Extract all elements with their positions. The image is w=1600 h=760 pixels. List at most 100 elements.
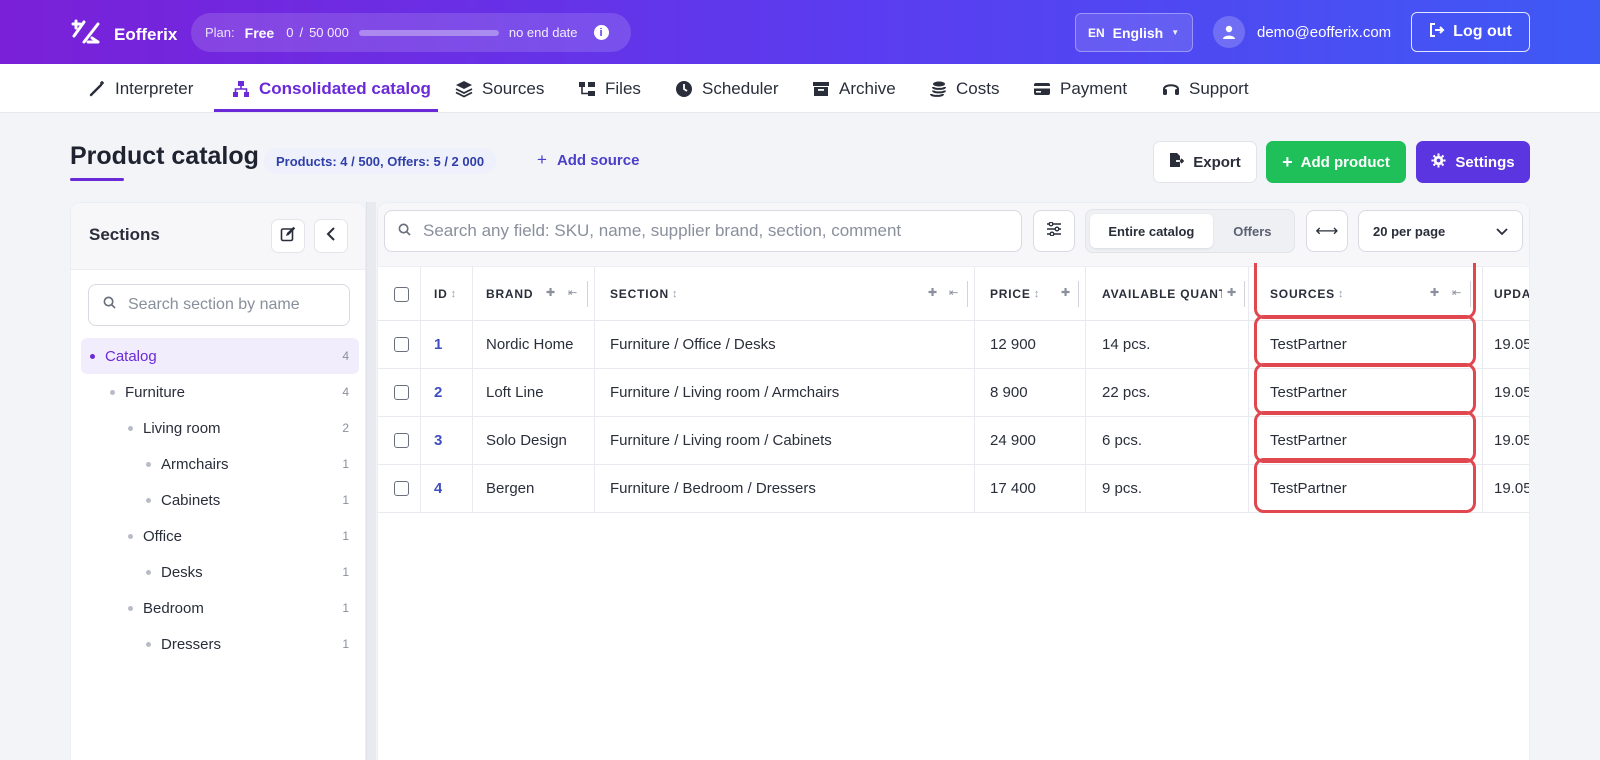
sort-icon: ↕ [1337, 288, 1345, 300]
edit-sections-button[interactable] [271, 219, 305, 253]
nav-consolidated-catalog[interactable]: Consolidated catalog [232, 64, 431, 113]
logout-button[interactable]: Log out [1411, 12, 1530, 52]
row-checkbox[interactable] [394, 417, 409, 464]
table-row[interactable]: 1 Nordic Home Furniture / Office / Desks… [378, 321, 1529, 369]
tree-item-desks[interactable]: Desks 1 [81, 554, 359, 590]
tree-item-dressers[interactable]: Dressers 1 [81, 626, 359, 662]
column-header-section[interactable]: SECTION ↕ [610, 267, 678, 321]
app-logo[interactable]: Eofferix [70, 18, 177, 51]
column-separator[interactable] [967, 281, 968, 307]
cell-brand: Solo Design [486, 432, 567, 449]
column-separator[interactable] [1078, 281, 1079, 307]
tree-item-office[interactable]: Office 1 [81, 518, 359, 554]
tree-item-furniture[interactable]: Furniture 4 [81, 374, 359, 410]
tree-label: Desks [161, 563, 203, 581]
chevron-down-icon [1496, 224, 1508, 239]
cell-id[interactable]: 2 [434, 369, 442, 416]
section-search-input[interactable]: Search section by name [88, 284, 350, 326]
add-source-link[interactable]: + Add source [537, 150, 639, 170]
column-header-brand[interactable]: BRAND [486, 267, 533, 321]
tree-count: 1 [342, 637, 349, 651]
export-button[interactable]: Export [1153, 141, 1257, 183]
nav-costs[interactable]: Costs [929, 64, 999, 113]
pin-icon[interactable]: ✚ [1061, 286, 1070, 299]
column-separator[interactable] [587, 281, 588, 307]
nav-payment[interactable]: Payment [1033, 64, 1127, 113]
header-label: ID [434, 287, 448, 301]
layers-icon [455, 80, 473, 98]
nav-support[interactable]: Support [1162, 64, 1249, 113]
tree-item-armchairs[interactable]: Armchairs 1 [81, 446, 359, 482]
cell-section: Furniture / Living room / Cabinets [610, 432, 832, 449]
column-header-price[interactable]: PRICE ↕ [990, 267, 1040, 321]
column-header-updated[interactable]: UPDA [1494, 267, 1529, 321]
resize-column-icon[interactable]: ⇤ [568, 286, 577, 299]
tree-label: Armchairs [161, 455, 229, 473]
user-menu[interactable]: demo@eofferix.com [1213, 16, 1391, 48]
info-icon[interactable]: i [593, 25, 609, 40]
sidebar-resize-handle[interactable] [366, 202, 376, 760]
tree-bullet [128, 605, 133, 611]
collapse-sidebar-button[interactable] [314, 219, 348, 253]
tree-count: 2 [342, 421, 349, 435]
row-checkbox[interactable] [394, 465, 409, 512]
expand-width-button[interactable]: ⟷ [1306, 210, 1348, 252]
language-code: EN [1088, 25, 1105, 40]
cell-id[interactable]: 1 [434, 321, 442, 368]
per-page-select[interactable]: 20 per page [1358, 210, 1523, 252]
row-checkbox[interactable] [394, 369, 409, 416]
column-header-sources[interactable]: SOURCES ↕ [1270, 267, 1344, 321]
tree-item-living-room[interactable]: Living room 2 [81, 410, 359, 446]
nav-label: Sources [482, 78, 545, 98]
select-all-checkbox[interactable] [394, 267, 409, 321]
plus-icon: + [537, 150, 547, 169]
row-checkbox[interactable] [394, 321, 409, 368]
scope-entire-catalog[interactable]: Entire catalog [1090, 214, 1213, 248]
nav-active-indicator [214, 109, 438, 112]
top-bar: Eofferix Plan: Free 0 / 50 000 no end da… [0, 0, 1600, 64]
cell-id[interactable]: 4 [434, 465, 442, 512]
plan-separator: / [299, 25, 304, 40]
column-header-id[interactable]: ID ↕ [434, 267, 457, 321]
resize-column-icon[interactable]: ⇤ [1452, 286, 1461, 299]
header-label: SOURCES [1270, 287, 1335, 301]
pin-icon[interactable]: ✚ [928, 286, 937, 299]
scope-offers[interactable]: Offers [1215, 214, 1290, 248]
column-separator[interactable] [1244, 281, 1245, 307]
arrows-horizontal-icon: ⟷ [1315, 223, 1339, 240]
tree-item-cabinets[interactable]: Cabinets 1 [81, 482, 359, 518]
tree-count: 1 [342, 565, 349, 579]
tree-bullet [110, 389, 115, 395]
table-header: ID ↕ BRAND ✚ ⇤ SECTION ↕ ✚ ⇤ PRICE ↕ ✚ AVAI… [378, 267, 1529, 321]
table-row[interactable]: 3 Solo Design Furniture / Living room / … [378, 417, 1529, 465]
nav-label: Scheduler [702, 78, 779, 98]
nav-label: Interpreter [115, 78, 194, 98]
table-row[interactable]: 2 Loft Line Furniture / Living room / Ar… [378, 369, 1529, 417]
column-header-available-quantity[interactable]: AVAILABLE QUANT [1102, 267, 1222, 321]
cell-section: Furniture / Bedroom / Dressers [610, 480, 816, 497]
cell-brand: Nordic Home [486, 336, 574, 353]
language-selector[interactable]: EN English ▼ [1075, 13, 1193, 52]
pin-icon[interactable]: ✚ [546, 286, 555, 299]
pin-icon[interactable]: ✚ [1227, 286, 1236, 299]
table-row[interactable]: 4 Bergen Furniture / Bedroom / Dressers … [378, 465, 1529, 513]
credit-card-icon [1033, 80, 1051, 98]
settings-button[interactable]: Settings [1416, 141, 1530, 183]
cell-quantity: 22 pcs. [1102, 384, 1151, 401]
resize-column-icon[interactable]: ⇤ [949, 286, 958, 299]
nav-archive[interactable]: Archive [812, 64, 896, 113]
column-separator[interactable] [1470, 281, 1471, 307]
nav-interpreter[interactable]: Interpreter [88, 64, 193, 113]
nav-sources[interactable]: Sources [455, 64, 544, 113]
tree-item-bedroom[interactable]: Bedroom 1 [81, 590, 359, 626]
pin-icon[interactable]: ✚ [1430, 286, 1439, 299]
nav-files[interactable]: Files [578, 64, 641, 113]
plan-limit: 50 000 [309, 25, 349, 40]
tree-item-catalog[interactable]: Catalog 4 [81, 338, 359, 374]
nav-scheduler[interactable]: Scheduler [675, 64, 779, 113]
sort-icon: ↕ [1033, 288, 1040, 300]
catalog-search-input[interactable]: Search any field: SKU, name, supplier br… [384, 210, 1022, 252]
add-product-button[interactable]: + Add product [1266, 141, 1406, 183]
filter-button[interactable] [1033, 210, 1075, 252]
cell-id[interactable]: 3 [434, 417, 442, 464]
